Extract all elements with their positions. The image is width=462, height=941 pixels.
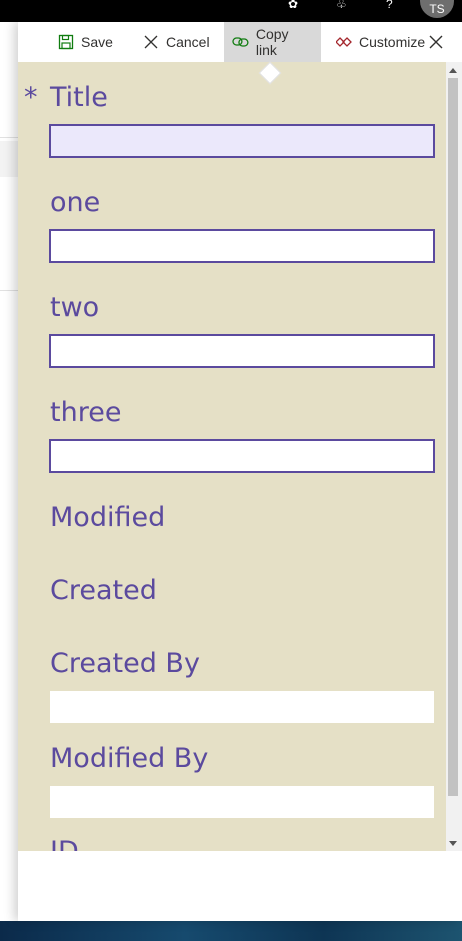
save-label: Save — [81, 34, 113, 50]
field-label-three: three — [50, 397, 122, 428]
scroll-down-arrow-icon[interactable] — [449, 841, 457, 846]
one-input[interactable] — [49, 229, 435, 263]
three-input[interactable] — [49, 439, 435, 473]
settings-icon[interactable]: ✿ — [288, 0, 298, 10]
save-icon — [58, 34, 74, 50]
page-background-band — [0, 921, 462, 941]
panel-footer — [18, 851, 462, 921]
field-label-one: one — [50, 187, 101, 218]
copy-link-label: Copy link — [255, 26, 289, 58]
command-bar: Save Cancel Copy link Customize — [18, 22, 462, 62]
field-label-modified: Modified — [50, 502, 166, 533]
help-icon[interactable]: ? — [386, 0, 393, 10]
custom-form: * Title one two three Modified Created C… — [18, 62, 446, 851]
scrollbar-thumb[interactable] — [448, 78, 458, 796]
customize-button[interactable]: Customize — [328, 22, 433, 62]
created-by-value — [50, 691, 434, 723]
two-input[interactable] — [49, 334, 435, 368]
close-icon — [144, 35, 158, 49]
required-marker: * — [24, 82, 38, 113]
field-label-id: ID — [50, 836, 79, 851]
form-scrollbar[interactable] — [446, 62, 462, 851]
edit-item-panel: Save Cancel Copy link Customize * Title … — [18, 22, 462, 921]
divider — [0, 137, 18, 138]
cancel-button[interactable]: Cancel — [135, 22, 218, 62]
close-panel-icon[interactable] — [428, 34, 444, 50]
field-label-title: Title — [50, 82, 108, 113]
field-label-created-by: Created By — [50, 648, 200, 679]
divider — [0, 290, 18, 291]
suite-bar: ✿ ♧ ? TS — [0, 0, 462, 22]
copy-link-button[interactable]: Copy link — [224, 22, 321, 62]
avatar[interactable]: TS — [420, 0, 454, 18]
notifications-icon[interactable]: ♧ — [336, 0, 347, 10]
link-icon — [232, 37, 249, 47]
save-button[interactable]: Save — [50, 22, 121, 62]
background-row — [0, 141, 18, 177]
modified-by-value — [50, 786, 434, 818]
field-label-two: two — [50, 292, 100, 323]
cancel-label: Cancel — [166, 34, 210, 50]
scroll-up-arrow-icon[interactable] — [449, 68, 457, 73]
field-label-modified-by: Modified By — [50, 743, 209, 774]
customize-icon — [336, 37, 352, 47]
customize-label: Customize — [359, 34, 426, 50]
title-input[interactable] — [49, 124, 435, 158]
field-label-created: Created — [50, 575, 157, 606]
